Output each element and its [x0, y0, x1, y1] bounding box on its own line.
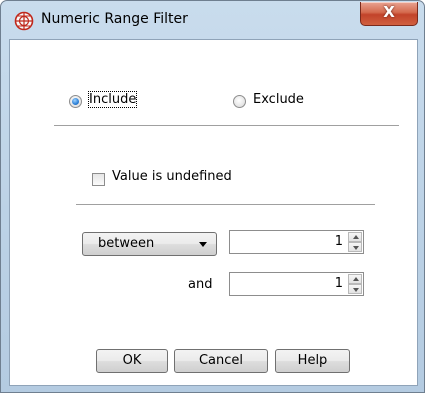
operator-dropdown-value: between	[98, 236, 155, 251]
exclude-label[interactable]: Exclude	[253, 92, 304, 107]
globe-grid-icon	[14, 11, 34, 31]
value-undefined-checkbox[interactable]	[92, 173, 105, 186]
operator-dropdown[interactable]: between	[82, 232, 217, 256]
to-value: 1	[334, 276, 343, 291]
separator-top	[54, 125, 399, 126]
value-undefined-label[interactable]: Value is undefined	[112, 169, 232, 184]
include-label[interactable]: Include	[87, 91, 138, 108]
from-value: 1	[334, 234, 343, 249]
close-icon: X	[383, 3, 395, 21]
from-spin-buttons	[348, 232, 362, 252]
help-button-label: Help	[297, 353, 328, 368]
close-button[interactable]: X	[360, 2, 418, 26]
cancel-button[interactable]: Cancel	[174, 349, 268, 373]
from-value-spinner[interactable]: 1	[229, 230, 364, 254]
to-spin-buttons	[348, 274, 362, 294]
window-title: Numeric Range Filter	[41, 11, 188, 27]
to-spin-down-icon[interactable]	[348, 284, 362, 294]
to-spin-up-icon[interactable]	[348, 274, 362, 284]
dialog-window: Numeric Range Filter X Include Exclude V…	[0, 0, 425, 393]
dialog-body: Include Exclude Value is undefined betwe…	[9, 39, 418, 386]
ok-button[interactable]: OK	[96, 349, 168, 373]
title-bar[interactable]: Numeric Range Filter X	[1, 1, 424, 39]
include-radio[interactable]	[69, 95, 82, 108]
and-label: and	[188, 277, 213, 292]
ok-button-label: OK	[122, 353, 142, 368]
help-button[interactable]: Help	[275, 349, 350, 373]
separator-middle	[76, 204, 375, 205]
chevron-down-icon	[199, 242, 207, 247]
to-value-spinner[interactable]: 1	[229, 272, 364, 296]
cancel-button-label: Cancel	[198, 353, 244, 368]
from-spin-up-icon[interactable]	[348, 232, 362, 242]
exclude-radio[interactable]	[233, 95, 246, 108]
from-spin-down-icon[interactable]	[348, 242, 362, 252]
